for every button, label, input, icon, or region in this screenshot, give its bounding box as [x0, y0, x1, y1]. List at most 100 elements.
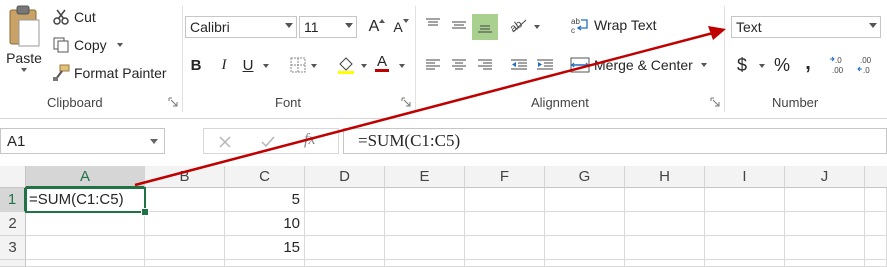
row-header[interactable]: 1: [0, 188, 26, 212]
grid-cell[interactable]: [785, 260, 865, 267]
grid-cell[interactable]: [305, 188, 385, 212]
insert-function-icon[interactable]: fx: [304, 131, 316, 149]
enter-check-icon[interactable]: [260, 135, 276, 149]
grid-cell[interactable]: [385, 236, 465, 260]
copy-dropdown-icon[interactable]: [116, 43, 123, 47]
grid-cell[interactable]: [705, 236, 785, 260]
grid-cell[interactable]: [785, 188, 865, 212]
increase-font-size-button[interactable]: A: [363, 16, 385, 38]
row-header[interactable]: 3: [0, 236, 26, 260]
fill-handle[interactable]: [141, 208, 149, 216]
grid-cell[interactable]: [465, 236, 545, 260]
currency-button[interactable]: $: [731, 54, 753, 76]
column-header[interactable]: C: [225, 166, 305, 188]
align-right-button[interactable]: [474, 54, 496, 76]
cell-a1[interactable]: =SUM(C1:C5): [25, 187, 146, 213]
grid-cell[interactable]: [545, 236, 625, 260]
grid-cell[interactable]: [145, 236, 225, 260]
cell-c3[interactable]: 15: [225, 236, 305, 260]
fill-color-dropdown-icon[interactable]: [361, 64, 367, 68]
underline-dropdown-icon[interactable]: [263, 64, 269, 68]
select-all-corner[interactable]: [0, 166, 26, 188]
decrease-decimal-button[interactable]: .00 .0: [857, 54, 879, 76]
grid-cell[interactable]: [545, 260, 625, 267]
column-header[interactable]: J: [785, 166, 865, 188]
grid-cell[interactable]: [465, 188, 545, 212]
clipboard-launcher-icon[interactable]: [168, 97, 178, 107]
column-header[interactable]: D: [305, 166, 385, 188]
orientation-button[interactable]: ab: [508, 14, 530, 36]
wrap-text-button[interactable]: ab c Wrap Text: [570, 16, 657, 34]
name-box-dropdown-icon[interactable]: [150, 139, 158, 144]
grid-cell[interactable]: [145, 260, 225, 267]
grid-cell[interactable]: [865, 236, 887, 260]
grid-cell[interactable]: [225, 260, 305, 267]
percent-button[interactable]: %: [771, 54, 793, 76]
grid-cell[interactable]: [26, 260, 145, 267]
name-box[interactable]: A1: [0, 128, 165, 154]
grid-cell[interactable]: [145, 212, 225, 236]
column-header[interactable]: I: [705, 166, 785, 188]
grid-cell[interactable]: [865, 212, 887, 236]
grid-cell[interactable]: [305, 260, 385, 267]
comma-style-button[interactable]: ,: [797, 52, 819, 74]
number-format-dropdown-icon[interactable]: [869, 23, 877, 28]
grid-cell[interactable]: [625, 236, 705, 260]
grid-cell[interactable]: [705, 260, 785, 267]
number-format-combo[interactable]: Text: [731, 16, 881, 38]
grid-cell[interactable]: [385, 260, 465, 267]
paste-button[interactable]: Paste: [2, 4, 46, 88]
alignment-launcher-icon[interactable]: [710, 97, 720, 107]
grid-cell[interactable]: [465, 260, 545, 267]
grid-cell[interactable]: [705, 188, 785, 212]
grid-cell[interactable]: [26, 236, 145, 260]
grid-cell[interactable]: [865, 188, 887, 212]
grid-cell[interactable]: [305, 212, 385, 236]
merge-center-dropdown-icon[interactable]: [700, 63, 707, 67]
cut-button[interactable]: Cut: [52, 8, 96, 26]
grid-cell[interactable]: [385, 212, 465, 236]
bottom-align-button[interactable]: [472, 14, 498, 40]
grid-cell[interactable]: [625, 188, 705, 212]
grid-cell[interactable]: [865, 260, 887, 267]
font-launcher-icon[interactable]: [401, 97, 411, 107]
middle-align-button[interactable]: [448, 14, 470, 36]
cell-c2[interactable]: 10: [225, 212, 305, 236]
font-family-combo[interactable]: Calibri: [185, 16, 297, 38]
font-color-button[interactable]: A: [371, 52, 393, 74]
font-size-dropdown-icon[interactable]: [345, 23, 353, 28]
grid-cell[interactable]: [785, 212, 865, 236]
increase-indent-button[interactable]: [534, 54, 556, 76]
grid-cell[interactable]: [145, 188, 225, 212]
row-header[interactable]: 2: [0, 212, 26, 236]
grid-cell[interactable]: [785, 236, 865, 260]
underline-button[interactable]: U: [237, 54, 259, 76]
grid-cell[interactable]: [465, 212, 545, 236]
align-center-button[interactable]: [448, 54, 470, 76]
font-family-dropdown-icon[interactable]: [285, 23, 293, 28]
grid-cell[interactable]: [305, 236, 385, 260]
orientation-dropdown-icon[interactable]: [534, 25, 540, 29]
font-color-dropdown-icon[interactable]: [399, 64, 405, 68]
paste-dropdown-icon[interactable]: [21, 68, 27, 72]
column-header[interactable]: H: [625, 166, 705, 188]
column-header[interactable]: F: [465, 166, 545, 188]
column-header[interactable]: A: [26, 166, 145, 188]
currency-dropdown-icon[interactable]: [759, 64, 765, 68]
italic-button[interactable]: I: [213, 54, 235, 76]
bold-button[interactable]: B: [185, 54, 207, 76]
increase-decimal-button[interactable]: .0 .00: [829, 54, 851, 76]
column-header[interactable]: E: [385, 166, 465, 188]
grid-cell[interactable]: [625, 260, 705, 267]
merge-center-button[interactable]: Merge & Center: [570, 56, 707, 74]
column-header[interactable]: B: [145, 166, 225, 188]
grid-cell[interactable]: [545, 212, 625, 236]
grid-cell[interactable]: [26, 212, 145, 236]
align-left-button[interactable]: [422, 54, 444, 76]
copy-button[interactable]: Copy: [52, 36, 123, 54]
decrease-font-size-button[interactable]: A: [387, 16, 409, 38]
cancel-icon[interactable]: [218, 135, 232, 149]
grid-cell[interactable]: [385, 188, 465, 212]
top-align-button[interactable]: [422, 14, 444, 36]
grid-cell[interactable]: [705, 212, 785, 236]
